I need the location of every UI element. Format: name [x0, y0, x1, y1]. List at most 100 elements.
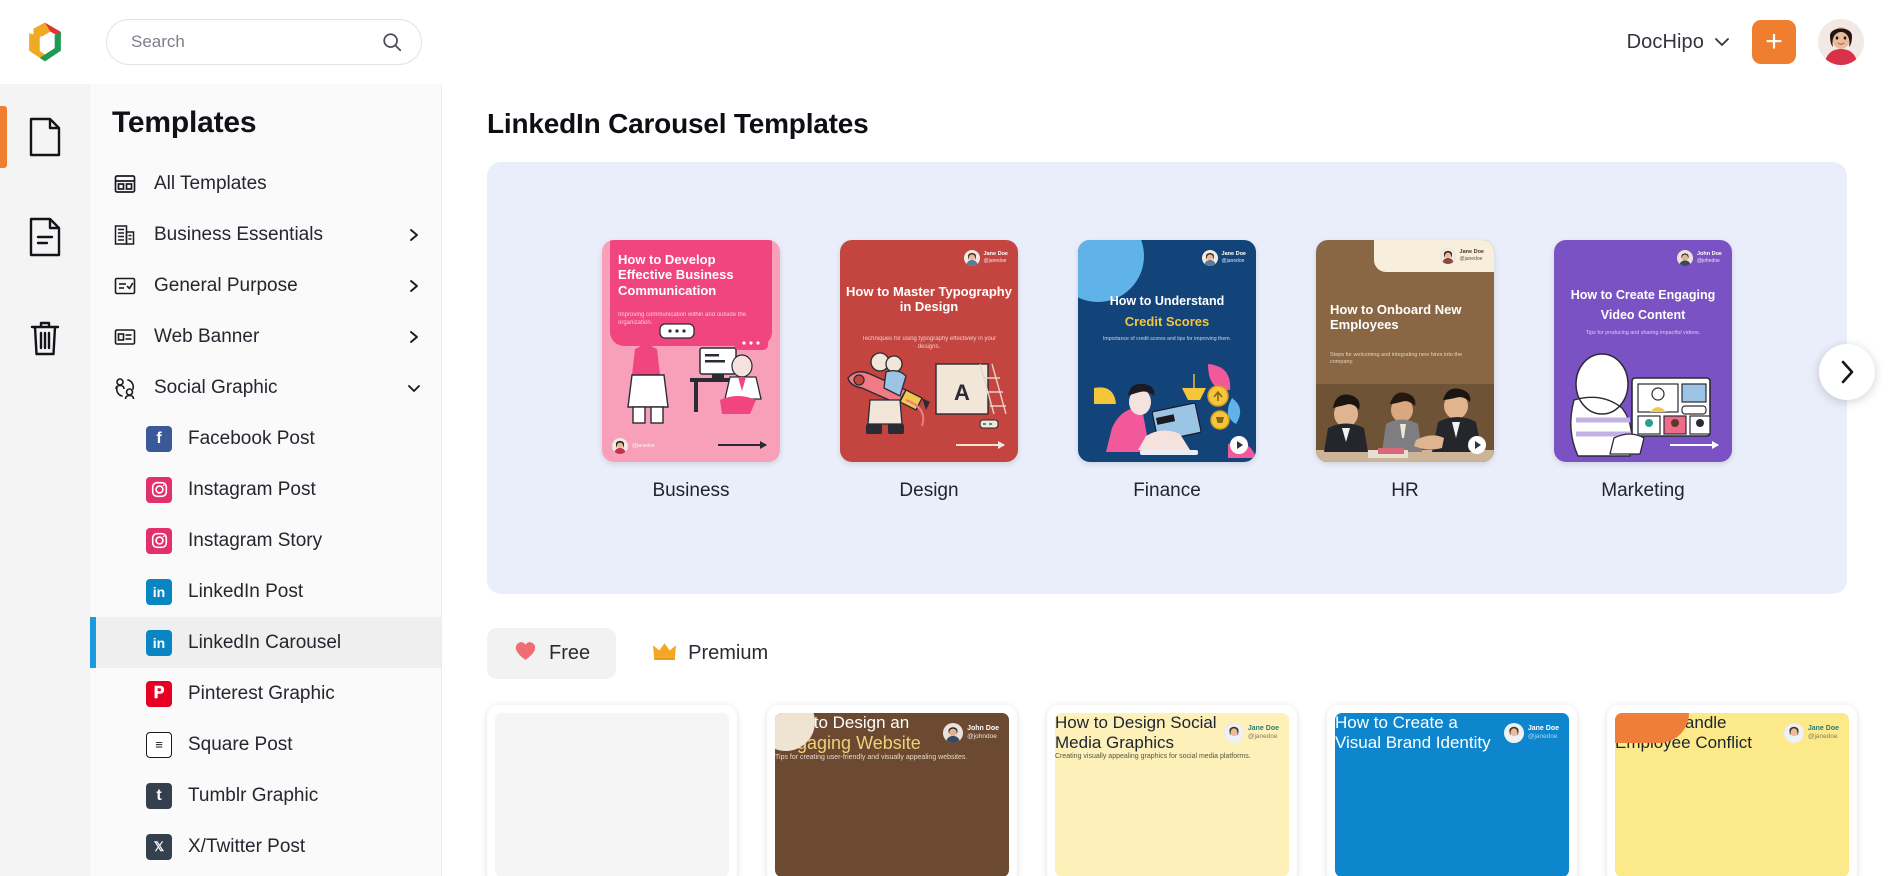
filter-label: Free [549, 642, 591, 664]
dochipo-logo-icon [29, 22, 61, 62]
template-thumbnail: John Doe @johndoe How to Design an Engag… [775, 713, 1009, 876]
template-card[interactable]: John Doe @johndoe How to Design an Engag… [767, 705, 1017, 876]
template-byline: Jane Doe @janedoe [1783, 723, 1839, 743]
poster-title: How to Onboard New Employees [1330, 302, 1462, 333]
linkedin-icon: in [146, 629, 172, 656]
template-subtitle: Creating visually appealing graphics for… [1055, 753, 1251, 760]
chevron-right-icon[interactable] [407, 330, 421, 344]
sidebar-item-x-twitter-post[interactable]: 𝕏 X/Twitter Post [90, 821, 441, 872]
poster-subtitle: Steps for welcoming and integrating new … [1330, 352, 1463, 366]
sidebar-item-facebook-post[interactable]: f Facebook Post [90, 413, 441, 464]
sidebar-item-linkedin-post[interactable]: in LinkedIn Post [90, 566, 441, 617]
rail-item-documents[interactable] [0, 100, 90, 174]
poster-title-text: How to Create Engaging [1570, 288, 1716, 302]
chevron-down-icon[interactable] [407, 381, 421, 395]
category-thumbnail[interactable]: Jane Doe @janedoe How to Understand Cred… [1078, 240, 1256, 462]
category-thumbnail[interactable]: How to Develop Effective Business Commun… [602, 240, 780, 462]
search-input[interactable] [131, 32, 381, 52]
search-box[interactable] [106, 19, 422, 65]
carousel-next-button[interactable] [1819, 344, 1875, 400]
search-icon[interactable] [381, 31, 403, 53]
poster-title-second-line: Video Content [1600, 308, 1686, 322]
tumblr-icon: t [146, 782, 172, 809]
poster-byline: Jane Doe @janedoe [1439, 248, 1484, 264]
avatar[interactable] [1818, 19, 1864, 65]
rail-item-my-documents[interactable] [0, 200, 90, 274]
filter-premium[interactable]: Premium [626, 630, 794, 678]
template-handle: @janedoe [1807, 733, 1838, 741]
pinterest-icon: 𝐏 [146, 680, 172, 707]
instagram-icon [146, 476, 172, 503]
template-thumbnail-placeholder [495, 713, 729, 876]
trash-icon [30, 321, 60, 356]
template-card[interactable]: Jane Doe @janedoe How to Create a Visual… [1327, 705, 1577, 876]
poster-avatar [1676, 250, 1693, 266]
sidebar-item-instagram-story[interactable]: Instagram Story [90, 515, 441, 566]
category-thumbnail[interactable]: John Doe @johndoe How to Create Engaging… [1554, 240, 1732, 462]
template-author: Jane Doe [1247, 724, 1279, 732]
sidebar-item-pinterest-graphic[interactable]: 𝐏 Pinterest Graphic [90, 668, 441, 719]
banner-icon [112, 324, 138, 350]
filter-row: Free Premium [487, 628, 1847, 679]
sidebar-item-all-templates[interactable]: All Templates [90, 158, 441, 209]
poster-author-block: Jane Doe @janedoe [1460, 249, 1484, 262]
template-author-block: John Doe @johndoe [967, 725, 999, 742]
rail-item-trash[interactable] [0, 300, 90, 374]
create-new-button[interactable]: + [1752, 20, 1796, 64]
dashboard-grid-icon [112, 171, 138, 197]
category-thumbnail[interactable]: Jane Doe @janedoe How to Master Typograp… [840, 240, 1018, 462]
poster-title: How to Create Engaging [1554, 288, 1732, 303]
template-handle: @janedoe [1527, 733, 1558, 741]
heart-icon [513, 639, 538, 668]
square-post-icon: ≡ [146, 731, 172, 758]
template-thumbnail: Jane Doe @janedoe How to Handle Employee… [1615, 713, 1849, 876]
category-card-design[interactable]: Jane Doe @janedoe How to Master Typograp… [840, 240, 1018, 502]
sidebar-item-instagram-post[interactable]: Instagram Post [90, 464, 441, 515]
template-card[interactable]: Jane Doe @janedoe How to Design Social M… [1047, 705, 1297, 876]
sidebar-subitem-label: Tumblr Graphic [188, 784, 319, 806]
poster-play-icon [1468, 436, 1486, 454]
category-card-finance[interactable]: Jane Doe @janedoe How to Understand Cred… [1078, 240, 1256, 502]
category-label: Design [899, 480, 959, 501]
sidebar-subitem-label: Square Post [188, 733, 293, 755]
icon-rail [0, 84, 90, 876]
document-icon [29, 117, 61, 157]
app-logo[interactable] [0, 20, 90, 64]
chevron-down-icon[interactable] [1714, 37, 1730, 47]
template-author: Jane Doe [1807, 724, 1839, 732]
sidebar-item-social-graphic[interactable]: Social Graphic [90, 362, 441, 413]
sidebar: Templates All Templates Business Essenti… [90, 84, 442, 876]
sidebar-item-web-banner[interactable]: Web Banner [90, 311, 441, 362]
category-label: Marketing [1601, 480, 1685, 501]
category-thumbnail[interactable]: Jane Doe @janedoe How to Onboard New Emp… [1316, 240, 1494, 462]
template-avatar [1223, 723, 1244, 743]
template-subtitle: Tips for creating user-friendly and visu… [775, 754, 968, 761]
category-card-marketing[interactable]: John Doe @johndoe How to Create Engaging… [1554, 240, 1732, 502]
document-lines-icon [29, 217, 61, 257]
template-handle: @johndoe [967, 733, 997, 741]
template-author-block: Jane Doe @janedoe [1808, 725, 1839, 742]
category-cards-row: How to Develop Effective Business Commun… [487, 240, 1847, 502]
poster-avatar [1201, 250, 1218, 266]
filter-free[interactable]: Free [487, 628, 617, 679]
template-avatar [943, 723, 964, 743]
chevron-right-icon[interactable] [407, 279, 421, 293]
category-card-hr[interactable]: Jane Doe @janedoe How to Onboard New Emp… [1316, 240, 1494, 502]
sidebar-item-square-post[interactable]: ≡ Square Post [90, 719, 441, 770]
sidebar-item-general-purpose[interactable]: General Purpose [90, 260, 441, 311]
template-card[interactable] [487, 705, 737, 876]
template-thumbnail: Jane Doe @janedoe How to Design Social M… [1055, 713, 1289, 876]
sidebar-item-tumblr-graphic[interactable]: t Tumblr Graphic [90, 770, 441, 821]
sidebar-item-business-essentials[interactable]: Business Essentials [90, 209, 441, 260]
category-card-business[interactable]: How to Develop Effective Business Commun… [602, 240, 780, 502]
account-menu[interactable]: DocHipo [1627, 31, 1730, 54]
template-card[interactable]: Jane Doe @janedoe How to Handle Employee… [1607, 705, 1857, 876]
template-author: John Doe [967, 724, 999, 732]
category-label: Business [652, 480, 730, 501]
sidebar-item-label: Business Essentials [154, 223, 323, 245]
category-carousel: How to Develop Effective Business Commun… [487, 162, 1875, 594]
chevron-right-icon[interactable] [407, 228, 421, 242]
sidebar-subitem-label: Pinterest Graphic [188, 682, 335, 704]
poster-title: How to Master Typography in Design [846, 284, 1012, 315]
sidebar-item-linkedin-carousel[interactable]: in LinkedIn Carousel [90, 617, 441, 668]
